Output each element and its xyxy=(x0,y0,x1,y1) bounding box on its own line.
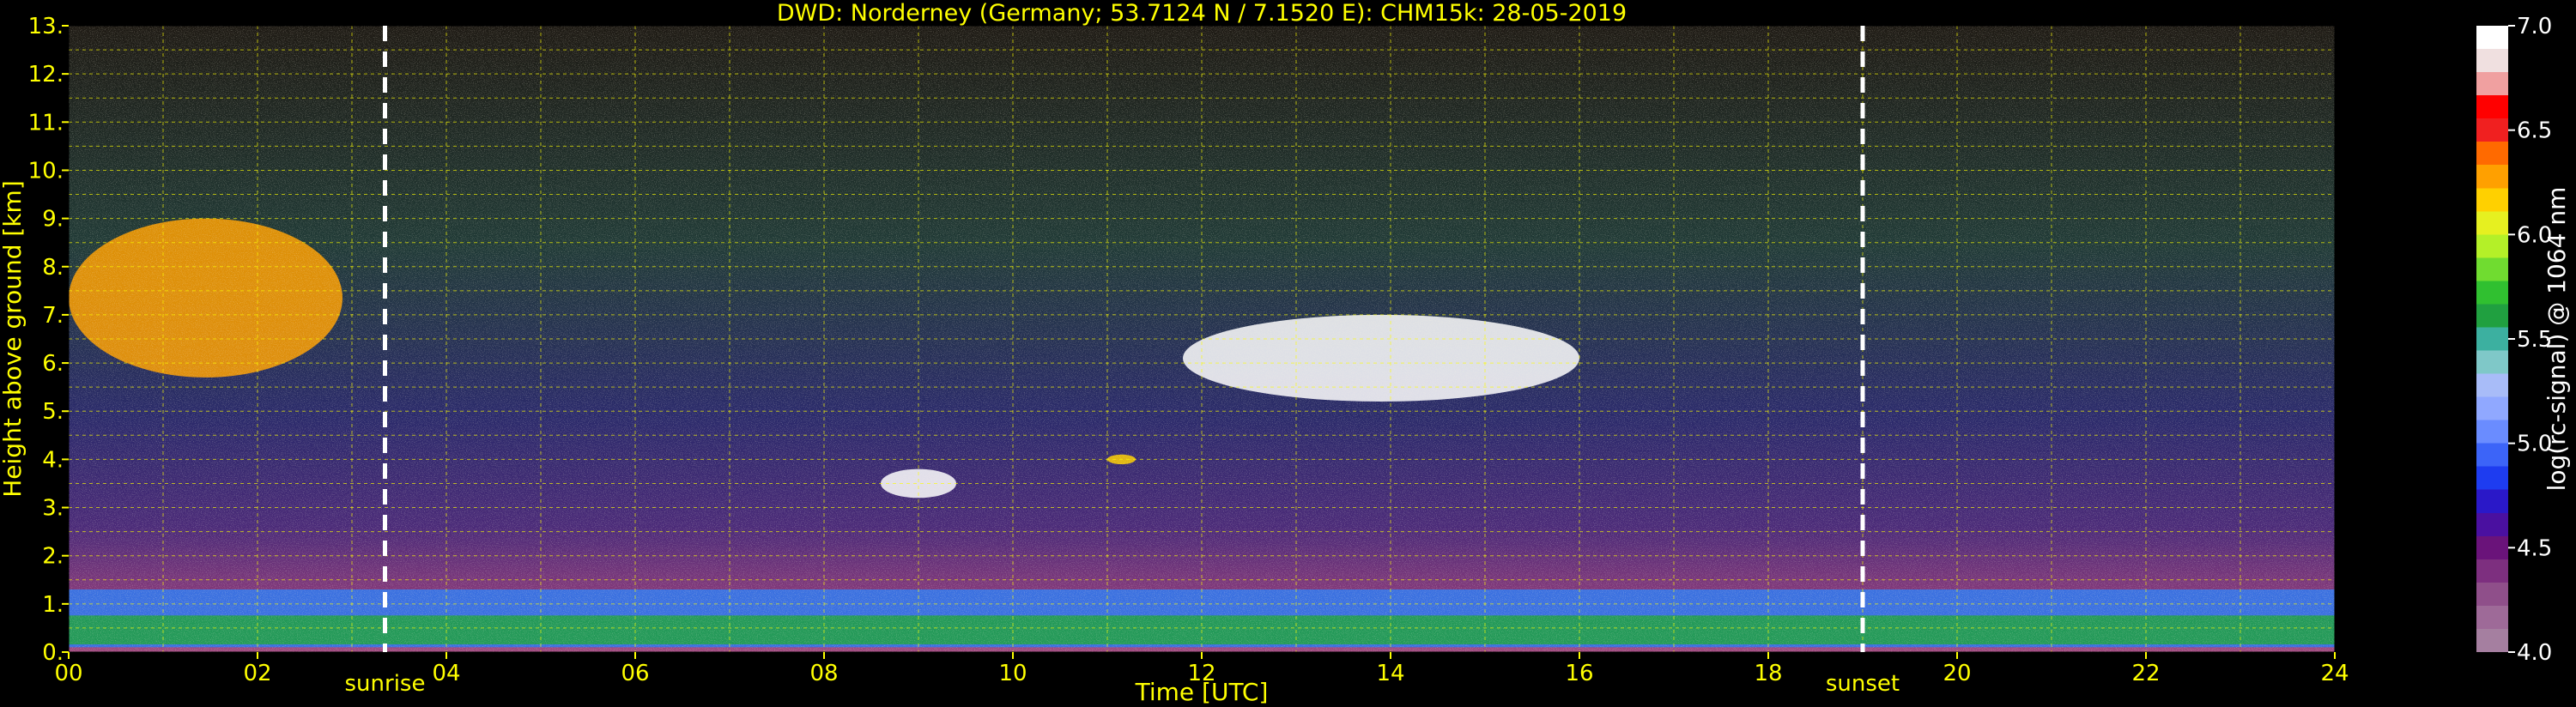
x-axis-label: Time [UTC] xyxy=(1135,678,1269,706)
y-tick-label: 12. xyxy=(28,62,64,88)
x-tick-label: 10 xyxy=(998,661,1027,686)
x-tick-label: 14 xyxy=(1376,661,1404,686)
colorbar-tick-label: 6.5 xyxy=(2517,118,2552,144)
x-tick-label: 16 xyxy=(1565,661,1593,686)
x-tick-label: 18 xyxy=(1754,661,1782,686)
colorbar-gradient xyxy=(2476,26,2508,652)
y-tick-label: 4. xyxy=(42,447,64,473)
y-tick-label: 0. xyxy=(42,640,64,666)
y-tick-label: 8. xyxy=(42,255,64,281)
x-tick-label: 24 xyxy=(2320,661,2349,686)
y-tick-label: 10. xyxy=(28,158,64,184)
chart-svg: DWD: Norderney (Germany; 53.7124 N / 7.1… xyxy=(0,0,2571,706)
colorbar: 4.04.55.05.56.06.57.0 log(rc-signal) @ 1… xyxy=(2476,14,2571,666)
y-tick-label: 13. xyxy=(28,14,64,39)
plot-area xyxy=(69,26,2335,652)
x-tick-label: 22 xyxy=(2131,661,2160,686)
colorbar-tick-label: 4.0 xyxy=(2517,640,2552,666)
colorbar-tick-label: 7.0 xyxy=(2517,14,2552,39)
x-tick-label: 08 xyxy=(809,661,838,686)
x-tick-label: 04 xyxy=(432,661,460,686)
colorbar-tick-label: 4.5 xyxy=(2517,535,2552,561)
chart-title: DWD: Norderney (Germany; 53.7124 N / 7.1… xyxy=(777,0,1627,27)
y-axis-label: Height above ground [km] xyxy=(0,180,27,498)
annotation-label-sunrise: sunrise xyxy=(345,671,426,697)
y-tick-label: 6. xyxy=(42,351,64,377)
y-tick-label: 2. xyxy=(42,544,64,570)
y-tick-label: 1. xyxy=(42,592,64,618)
x-tick-label: 02 xyxy=(243,661,271,686)
y-tick-label: 7. xyxy=(42,303,64,329)
annotation-label-sunset: sunset xyxy=(1826,671,1900,697)
y-tick-label: 5. xyxy=(42,399,64,425)
y-axis-ticks: 0. 1. 2. 3. 4. 5. 6. 7. 8. 9. 10. 11. 12. 13. xyxy=(28,14,69,666)
y-tick-label: 3. xyxy=(42,496,64,522)
colorbar-label: log(rc-signal) @ 1064 nm xyxy=(2543,187,2571,492)
y-tick-label: 11. xyxy=(28,110,64,136)
y-tick-label: 9. xyxy=(42,207,64,233)
x-tick-label: 06 xyxy=(621,661,649,686)
x-tick-label: 20 xyxy=(1943,661,1971,686)
